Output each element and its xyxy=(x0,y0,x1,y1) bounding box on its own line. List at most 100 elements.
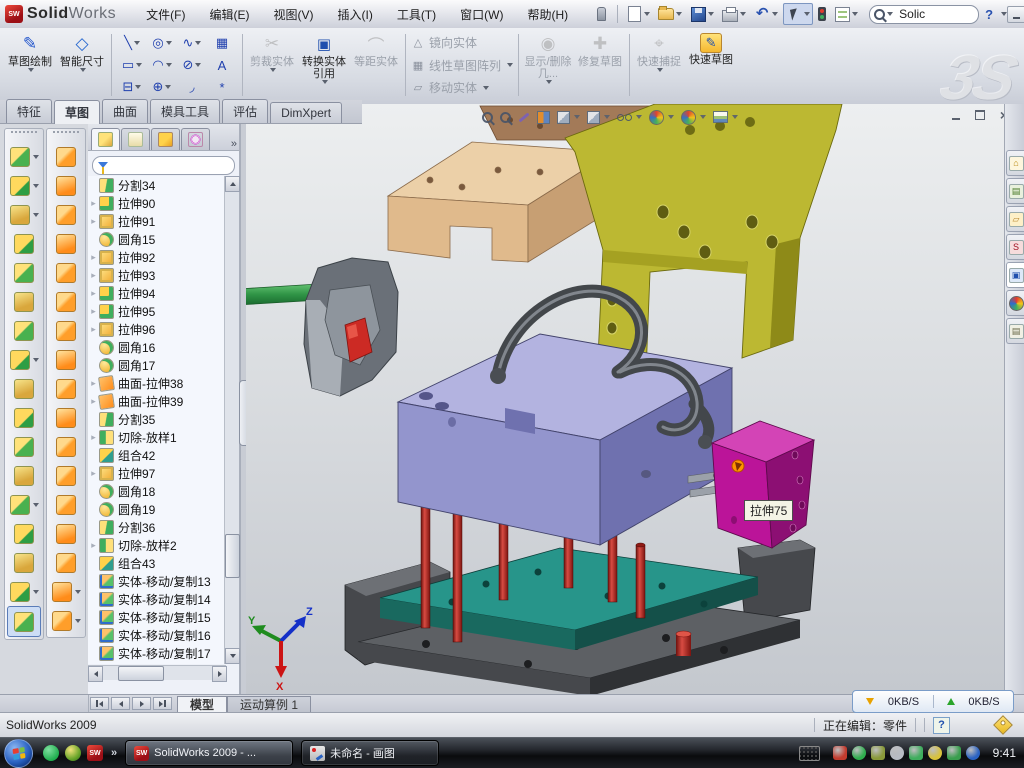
tree-item[interactable]: 圆角18 xyxy=(88,482,226,500)
hole-wizard-button[interactable] xyxy=(5,316,43,345)
taskpane-solidworks-resources[interactable]: ⌂ xyxy=(1006,150,1024,176)
linear-pattern-button[interactable] xyxy=(5,345,43,374)
polygon-button[interactable]: ⊕ xyxy=(147,76,177,98)
reference-point-button[interactable] xyxy=(5,490,43,519)
lofted-surface-button[interactable] xyxy=(47,229,85,258)
scroll-up-button[interactable] xyxy=(225,176,240,192)
dropdown-icon[interactable] xyxy=(136,63,142,67)
dropdown-icon[interactable] xyxy=(33,358,39,362)
untrim-surface-button[interactable] xyxy=(47,519,85,548)
tree-item[interactable]: ▸拉伸96 xyxy=(88,320,226,338)
pin-toolbar-button[interactable] xyxy=(590,3,612,25)
section-view-button[interactable] xyxy=(537,111,550,124)
quicklaunch-solidworks-icon[interactable]: SW xyxy=(87,745,103,761)
shield-plus-icon[interactable] xyxy=(947,746,961,760)
dropdown-icon[interactable] xyxy=(33,155,39,159)
rib-button[interactable] xyxy=(5,374,43,403)
ribbon-button-转换实体引用[interactable]: ▣转换实体引用 xyxy=(298,30,350,100)
new-file-button[interactable] xyxy=(623,3,653,25)
tree-item[interactable]: 实体-移动/复制13 xyxy=(88,572,226,590)
tree-item[interactable]: 实体-移动/复制18 xyxy=(88,662,226,664)
doc-restore-button[interactable] xyxy=(972,108,988,122)
dropdown-icon[interactable] xyxy=(636,115,642,119)
extruded-boss-button[interactable] xyxy=(5,142,43,171)
panel-overflow-chevron[interactable]: » xyxy=(231,138,235,150)
doc-tab-运动算例 1[interactable]: 运动算例 1 xyxy=(227,696,311,712)
first-tab-button[interactable] xyxy=(90,697,109,710)
expand-icon[interactable]: ▸ xyxy=(88,306,99,317)
taskbar-clock[interactable]: 9:41 xyxy=(993,746,1016,760)
tree-item[interactable]: ▸曲面-拉伸39 xyxy=(88,392,226,410)
menu-item-3[interactable]: 插入(I) xyxy=(325,1,384,28)
expand-icon[interactable]: ▸ xyxy=(88,288,99,299)
expand-icon[interactable]: ▸ xyxy=(88,252,99,263)
trim-surface-button[interactable] xyxy=(47,490,85,519)
tab-评估[interactable]: 评估 xyxy=(222,99,268,123)
move-copy-button[interactable] xyxy=(5,461,43,490)
dropdown-icon[interactable] xyxy=(33,503,39,507)
next-tab-button[interactable] xyxy=(132,697,151,710)
lofted-boss-button[interactable] xyxy=(5,258,43,287)
taskpane-file-explorer[interactable]: ▱ xyxy=(1006,206,1024,232)
tree-item[interactable]: 实体-移动/复制15 xyxy=(88,608,226,626)
dropdown-icon[interactable] xyxy=(135,85,141,89)
spline-button[interactable]: ∿ xyxy=(177,32,207,54)
tree-item[interactable]: 组合43 xyxy=(88,554,226,572)
centerline-button[interactable] xyxy=(5,548,43,577)
quicklaunch-ball-icon[interactable] xyxy=(65,745,81,761)
tree-item[interactable]: 圆角16 xyxy=(88,338,226,356)
view-orientation-button[interactable] xyxy=(557,111,580,124)
doc-minimize-button[interactable] xyxy=(948,108,964,122)
network-speed-widget[interactable]: 0KB/S 0KB/S xyxy=(852,690,1014,713)
tab-模具工具[interactable]: 模具工具 xyxy=(150,99,220,123)
fillet-button[interactable] xyxy=(5,200,43,229)
tree-item[interactable]: ▸拉伸92 xyxy=(88,248,226,266)
scroll-down-button[interactable] xyxy=(225,648,240,664)
dropdown-icon[interactable] xyxy=(33,184,39,188)
expand-icon[interactable]: ▸ xyxy=(88,432,99,443)
circle-button[interactable]: ◎ xyxy=(147,32,177,54)
menu-item-2[interactable]: 视图(V) xyxy=(261,1,325,28)
toolbar-grip[interactable] xyxy=(11,131,37,140)
taskpane-solidworks-search[interactable]: S xyxy=(1006,234,1024,260)
menu-item-4[interactable]: 工具(T) xyxy=(385,1,448,28)
status-help-button[interactable]: ? xyxy=(933,717,950,734)
tree-item[interactable]: 实体-移动/复制17 xyxy=(88,644,226,662)
doc-tab-模型[interactable]: 模型 xyxy=(177,696,227,712)
line-button[interactable]: ╲ xyxy=(117,32,147,54)
taskbar-button-1[interactable]: 未命名 - 画图 xyxy=(301,740,439,766)
part-extrude75-block[interactable] xyxy=(712,421,814,548)
tree-filter-input[interactable] xyxy=(92,156,235,175)
tree-item[interactable]: ▸切除-放样1 xyxy=(88,428,226,446)
taskpane-design-library[interactable]: ▤ xyxy=(1006,178,1024,204)
dropdown-icon[interactable] xyxy=(195,41,201,45)
revolved-surface-button[interactable] xyxy=(47,171,85,200)
dropdown-icon[interactable] xyxy=(668,115,674,119)
zoom-area-button[interactable] xyxy=(500,112,511,123)
scroll-right-button[interactable] xyxy=(212,666,227,682)
tree-horizontal-scrollbar[interactable] xyxy=(88,665,226,680)
freeform-button[interactable] xyxy=(47,606,85,635)
reference-plane-button[interactable] xyxy=(5,519,43,548)
speed-shield-icon[interactable] xyxy=(852,746,866,760)
rectangle-button[interactable]: ▭ xyxy=(117,54,147,76)
expand-icon[interactable]: ▸ xyxy=(88,198,99,209)
arc-button[interactable]: ◠ xyxy=(147,54,177,76)
dropdown-icon[interactable] xyxy=(166,41,172,45)
dropdown-icon[interactable] xyxy=(75,590,81,594)
update-warning-icon[interactable] xyxy=(928,746,942,760)
menu-item-0[interactable]: 文件(F) xyxy=(134,1,197,28)
tag-icon[interactable] xyxy=(993,715,1013,735)
dropdown-icon[interactable] xyxy=(166,63,172,67)
tree-item[interactable]: ▸拉伸93 xyxy=(88,266,226,284)
tree-item[interactable]: ▸拉伸97 xyxy=(88,464,226,482)
delete-face-button[interactable] xyxy=(47,432,85,461)
ribbon-button-智能尺寸[interactable]: ◇智能尺寸 xyxy=(56,30,108,100)
taskpane-view-palette[interactable]: ▣ xyxy=(1006,262,1024,288)
scroll-thumb[interactable] xyxy=(118,666,164,681)
dropdown-icon[interactable] xyxy=(574,115,580,119)
tree-item[interactable]: 圆角19 xyxy=(88,500,226,518)
fillet-button[interactable]: ◞ xyxy=(177,76,207,98)
tab-DimXpert[interactable]: DimXpert xyxy=(270,102,342,123)
print-button[interactable] xyxy=(719,3,749,25)
